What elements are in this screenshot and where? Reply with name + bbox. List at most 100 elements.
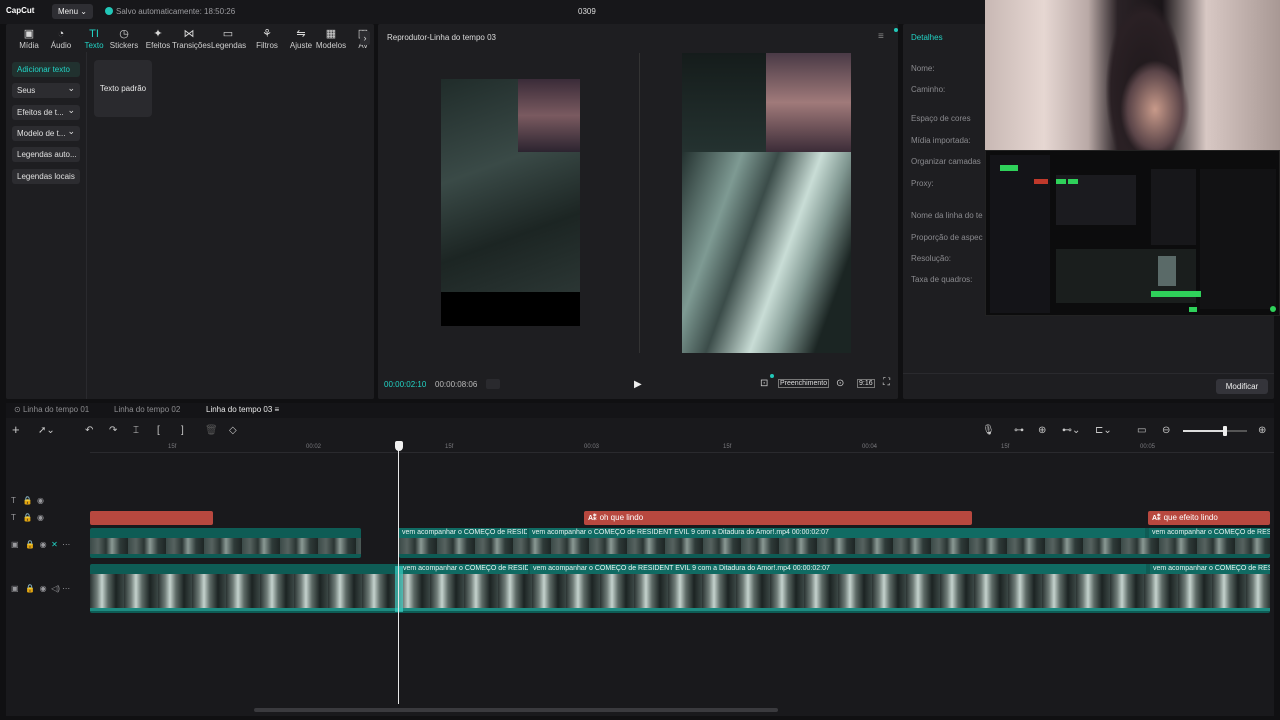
default-text-card[interactable]: Texto padrão xyxy=(94,60,152,117)
redo-icon[interactable]: ↷ xyxy=(109,425,117,437)
eye-icon[interactable]: ◉ xyxy=(37,496,44,505)
split-highlight xyxy=(395,566,403,612)
webcam-overlay-right xyxy=(766,53,851,152)
tab-label: Modelos xyxy=(315,41,347,50)
tab-filtros[interactable]: ⚘ Filtros xyxy=(250,28,284,50)
ruler-label: 00:04 xyxy=(862,444,878,450)
sidebar-item-auto-captions[interactable]: Legendas auto... xyxy=(12,147,80,162)
tab-label: Transições xyxy=(172,41,211,50)
modify-button[interactable]: Modificar xyxy=(1216,379,1268,394)
overlay-clip-2[interactable]: vem acompanhar o COMEÇO de RESID vem aco… xyxy=(399,528,1270,558)
caption-icon[interactable]: ▭ xyxy=(1137,425,1146,437)
detail-label: Resolução: xyxy=(911,254,952,263)
webcam-person xyxy=(1120,60,1190,150)
sidebar-item-add-text[interactable]: Adicionar texto xyxy=(12,62,80,77)
play-icon[interactable]: ▶ xyxy=(634,379,642,390)
captions-icon: ▭ xyxy=(222,28,234,40)
menu-label: Menu xyxy=(58,7,79,16)
text-clip-2[interactable]: A⁑ oh que lindo xyxy=(584,511,972,525)
magnet-icon[interactable]: ⊕ xyxy=(1038,425,1046,437)
split-icon[interactable]: ⌶ xyxy=(133,425,139,437)
sidebar-item-text-effects[interactable]: Efeitos de t... xyxy=(12,105,80,120)
tab-audio[interactable]: ◔ Áudio xyxy=(44,28,78,50)
delete-icon[interactable]: 🗑 xyxy=(205,425,218,437)
tab-ajuste[interactable]: ⇋ Ajuste xyxy=(284,28,318,50)
tab-timeline-03[interactable]: Linha do tempo 03 ≡ xyxy=(206,405,279,414)
zoom-out-icon[interactable]: ⊖ xyxy=(1162,425,1170,437)
eye-icon[interactable]: ◉ xyxy=(37,513,44,522)
lock-icon[interactable]: 🔒 xyxy=(23,496,33,505)
microphone-icon[interactable]: 🎙 xyxy=(982,425,995,437)
player-title: Reprodutor-Linha do tempo 03 xyxy=(387,33,496,42)
lock-icon[interactable]: 🔒 xyxy=(25,584,35,593)
more-icon[interactable]: ⋯ xyxy=(62,584,70,593)
tab-transicoes[interactable]: ⋈ Transições xyxy=(172,28,211,50)
timecode-toggle[interactable] xyxy=(486,379,500,389)
tab-modelos[interactable]: ▦ Modelos xyxy=(314,28,348,50)
tab-legendas[interactable]: ▭ Legendas xyxy=(211,28,246,50)
mini-logo xyxy=(1000,165,1018,171)
ruler-label: 15f xyxy=(445,444,454,450)
trim-left-icon[interactable]: [ xyxy=(157,425,160,437)
text-clip-3-label: que efeito lindo xyxy=(1163,513,1218,522)
tab-timeline-02[interactable]: Linha do tempo 02 xyxy=(114,405,180,414)
playhead[interactable] xyxy=(398,444,399,704)
playhead-handle[interactable] xyxy=(395,441,403,451)
timeline-scrollbar[interactable] xyxy=(254,708,778,712)
lock-icon[interactable]: 🔒 xyxy=(23,513,33,522)
zoom-in-icon[interactable]: ⊕ xyxy=(1258,425,1266,437)
chain-icon[interactable]: ⊷⌄ xyxy=(1062,425,1080,437)
audio-off-icon[interactable]: ✕ xyxy=(51,540,58,549)
zoom-slider-handle[interactable] xyxy=(1222,426,1227,436)
main-video-clip[interactable]: vem acompanhar o COMEÇO de RESID vem aco… xyxy=(90,564,1270,613)
trim-right-icon[interactable]: ] xyxy=(181,425,184,437)
tab-label: Stickers xyxy=(109,41,139,50)
ratio-button[interactable]: 9:16 xyxy=(857,379,875,388)
sidebar-item-yours[interactable]: Seus xyxy=(12,83,80,98)
eye-icon[interactable]: ◉ xyxy=(40,584,47,593)
marker-icon[interactable]: ◇ xyxy=(229,425,237,437)
sidebar-item-text-templates[interactable]: Modelo de t... xyxy=(12,126,80,141)
tab-timeline-01[interactable]: ⊙ Linha do tempo 01 xyxy=(14,405,89,414)
menu-button[interactable]: Menu ⌄ xyxy=(52,4,93,19)
add-icon[interactable]: + xyxy=(12,423,20,436)
sidebar-item-local-captions[interactable]: Legendas locais xyxy=(12,169,80,184)
more-icon[interactable]: ⋯ xyxy=(62,540,70,549)
text-clip-3[interactable]: A⁑ que efeito lindo xyxy=(1148,511,1270,525)
tab-stickers[interactable]: ◷ Stickers xyxy=(107,28,141,50)
select-tool-icon[interactable]: ➚⌄ xyxy=(38,425,55,437)
tab-efeitos[interactable]: ✦ Efeitos xyxy=(141,28,175,50)
fit-icon[interactable]: ⊙ xyxy=(836,378,844,389)
video-track-icon: ▣ xyxy=(11,584,19,593)
tab-label: Mídia xyxy=(19,41,39,50)
text-clip-2-label: oh que lindo xyxy=(599,513,644,522)
lock-icon[interactable]: 🔒 xyxy=(25,540,35,549)
mini-green-btn xyxy=(1189,307,1197,312)
crop-icon[interactable]: ⊡ xyxy=(760,378,768,389)
tab-midia[interactable]: ▣ Mídia xyxy=(12,28,46,50)
speaker-icon[interactable]: ◁) xyxy=(51,584,60,593)
preview-axis-icon[interactable]: ⊏⌄ xyxy=(1095,425,1112,437)
eye-icon[interactable]: ◉ xyxy=(40,540,47,549)
mini-chat xyxy=(1200,169,1276,309)
main-clip-label-c: vem acompanhar o COMEÇO de RESID xyxy=(1150,564,1270,574)
main-audio-wave xyxy=(90,608,1270,611)
detail-label: Proporção de aspec xyxy=(911,233,983,242)
overlay-clip-1[interactable] xyxy=(90,528,361,558)
fill-mode-button[interactable]: Preenchimento xyxy=(778,379,830,388)
timeline-ruler[interactable] xyxy=(90,441,1274,453)
detail-label: Mídia importada: xyxy=(911,136,971,145)
chevron-right-icon[interactable]: › xyxy=(360,31,370,45)
hamburger-icon[interactable]: ≡ xyxy=(878,31,884,42)
mini-panel-b xyxy=(1151,169,1196,245)
video-track-icon: ▣ xyxy=(11,540,19,549)
tab-texto[interactable]: TI Texto xyxy=(77,28,111,50)
adjust-icon: ⇋ xyxy=(296,28,306,40)
timeline-tabbar xyxy=(6,403,1274,418)
detail-label: Espaço de cores xyxy=(911,114,971,123)
zoom-slider[interactable] xyxy=(1183,426,1247,436)
link-icon[interactable]: ⊶ xyxy=(1014,425,1024,437)
fullscreen-icon[interactable]: ⛶ xyxy=(883,377,890,388)
text-clip-1[interactable] xyxy=(90,511,213,525)
undo-icon[interactable]: ↶ xyxy=(85,425,93,437)
